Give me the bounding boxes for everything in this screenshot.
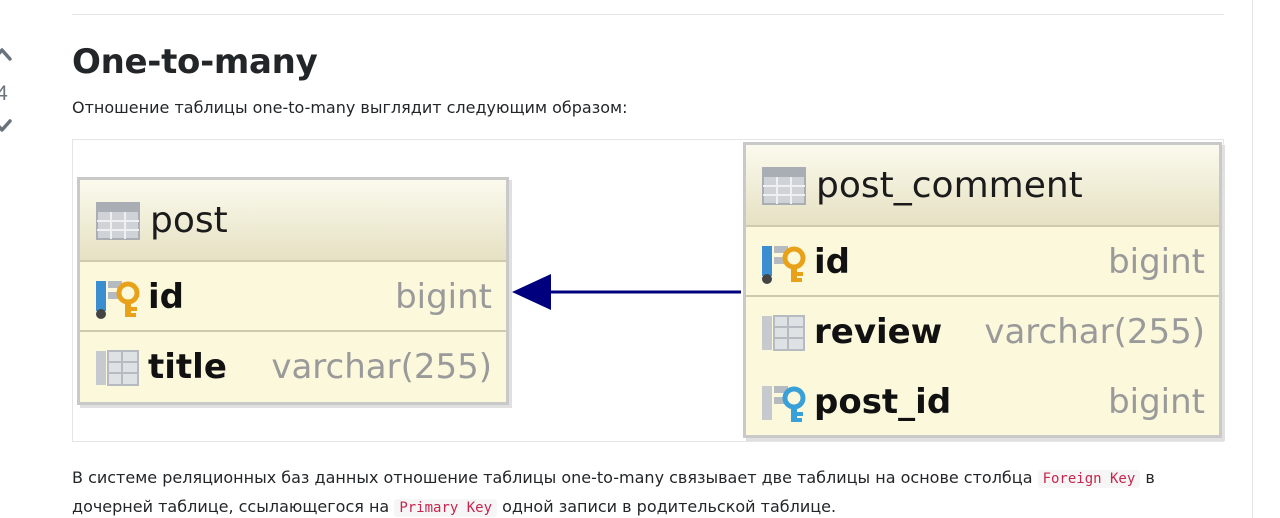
primary-key-icon	[760, 244, 808, 289]
column-row: post_id bigint	[746, 367, 1219, 437]
upvote-button[interactable]	[0, 44, 16, 64]
column-type: bigint	[1108, 382, 1205, 422]
explanation-paragraph: В системе реляционных баз данных отношен…	[72, 464, 1224, 518]
column-name: title	[148, 347, 227, 387]
divider	[72, 14, 1224, 15]
column-icon	[760, 314, 808, 359]
table-header: post_comment	[746, 145, 1219, 227]
column-row: title varchar(255)	[80, 332, 506, 402]
column-divider	[1252, 0, 1253, 518]
table-icon	[762, 167, 806, 210]
table-header: post	[80, 180, 506, 262]
relationship-arrow	[512, 274, 741, 310]
paragraph-text: одной записи в родительской таблице.	[497, 497, 837, 516]
column-name: id	[148, 277, 184, 317]
intro-text: Отношение таблицы one-to-many выглядит с…	[72, 98, 628, 117]
er-diagram: post id bigint title varchar(255) post_c…	[72, 139, 1224, 442]
paragraph-text: В системе реляционных баз данных отношен…	[72, 468, 1038, 487]
table-name: post_comment	[816, 165, 1083, 206]
inline-code-foreign-key: Foreign Key	[1037, 470, 1141, 488]
table-icon	[96, 202, 140, 245]
table-post: post id bigint title varchar(255)	[77, 177, 509, 405]
column-type: bigint	[395, 277, 492, 317]
column-type: varchar(255)	[984, 312, 1205, 352]
downvote-button[interactable]	[0, 116, 16, 136]
inline-code-primary-key: Primary Key	[394, 499, 498, 517]
vote-count: 4	[0, 82, 8, 105]
foreign-key-icon	[760, 384, 808, 429]
column-type: bigint	[1108, 242, 1205, 282]
column-name: id	[814, 242, 850, 282]
column-row: id bigint	[746, 227, 1219, 297]
column-row: review varchar(255)	[746, 297, 1219, 367]
chevron-up-icon	[0, 48, 12, 61]
table-post-comment: post_comment id bigint review varchar(25…	[743, 142, 1222, 438]
column-row: id bigint	[80, 262, 506, 332]
column-icon	[94, 349, 142, 394]
section-heading: One-to-many	[72, 42, 318, 82]
table-name: post	[150, 200, 228, 241]
answer-page: 4 One-to-many Отношение таблицы one-to-m…	[0, 0, 1280, 518]
column-type: varchar(255)	[271, 347, 492, 387]
column-name: review	[814, 312, 943, 352]
chevron-down-icon	[0, 119, 12, 132]
primary-key-icon	[94, 279, 142, 324]
column-name: post_id	[814, 382, 952, 422]
